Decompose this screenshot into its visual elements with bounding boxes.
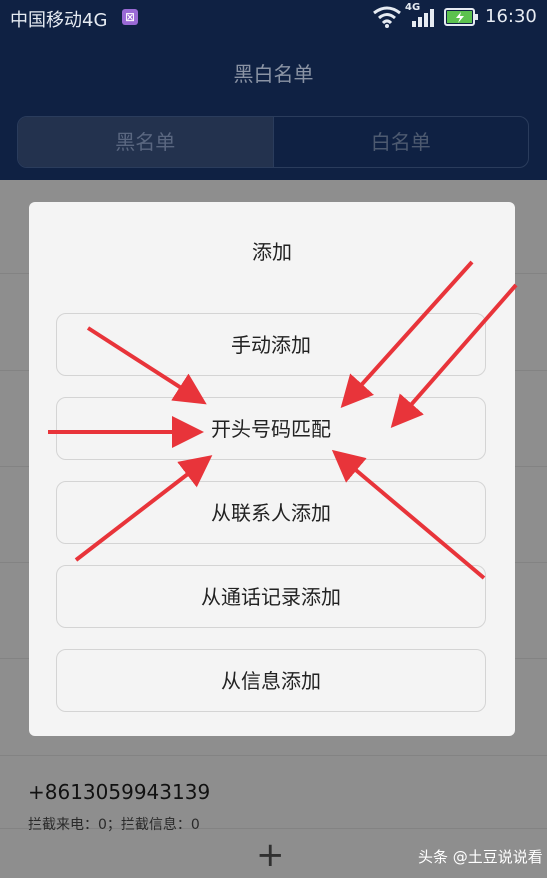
prefix-match-button[interactable]: 开头号码匹配 — [56, 397, 486, 460]
tab-whitelist[interactable]: 白名单 — [272, 117, 529, 167]
add-from-messages-button[interactable]: 从信息添加 — [56, 649, 486, 712]
clock: 16:30 — [485, 6, 537, 27]
manual-add-button[interactable]: 手动添加 — [56, 313, 486, 376]
battery-icon — [444, 8, 478, 26]
list-item-number[interactable]: +8613059943139 — [28, 780, 210, 804]
tab-blacklist[interactable]: 黑名单 — [18, 117, 273, 167]
add-icon[interactable]: + — [256, 838, 285, 872]
status-bar: 中国移动4G ⊠ 4G 16:30 — [0, 0, 547, 34]
list-divider — [0, 755, 547, 756]
add-from-call-log-button[interactable]: 从通话记录添加 — [56, 565, 486, 628]
page-title: 黑白名单 — [233, 62, 314, 86]
sim-icon: ⊠ — [122, 9, 138, 25]
add-dialog: 添加 手动添加 开头号码匹配 从联系人添加 从通话记录添加 从信息添加 — [29, 202, 515, 736]
app-header: 黑白名单 黑名单 白名单 — [0, 34, 547, 180]
list-item-stats: 拦截来电：0；拦截信息：0 — [28, 817, 200, 833]
wifi-icon — [373, 6, 401, 28]
carrier-label: 中国移动4G — [10, 10, 108, 31]
watermark: 头条 @土豆说说看 — [418, 848, 543, 866]
signal-icon — [412, 9, 434, 27]
dialog-title: 添加 — [252, 240, 292, 264]
tab-switcher: 黑名单 白名单 — [17, 116, 529, 168]
add-from-contacts-button[interactable]: 从联系人添加 — [56, 481, 486, 544]
